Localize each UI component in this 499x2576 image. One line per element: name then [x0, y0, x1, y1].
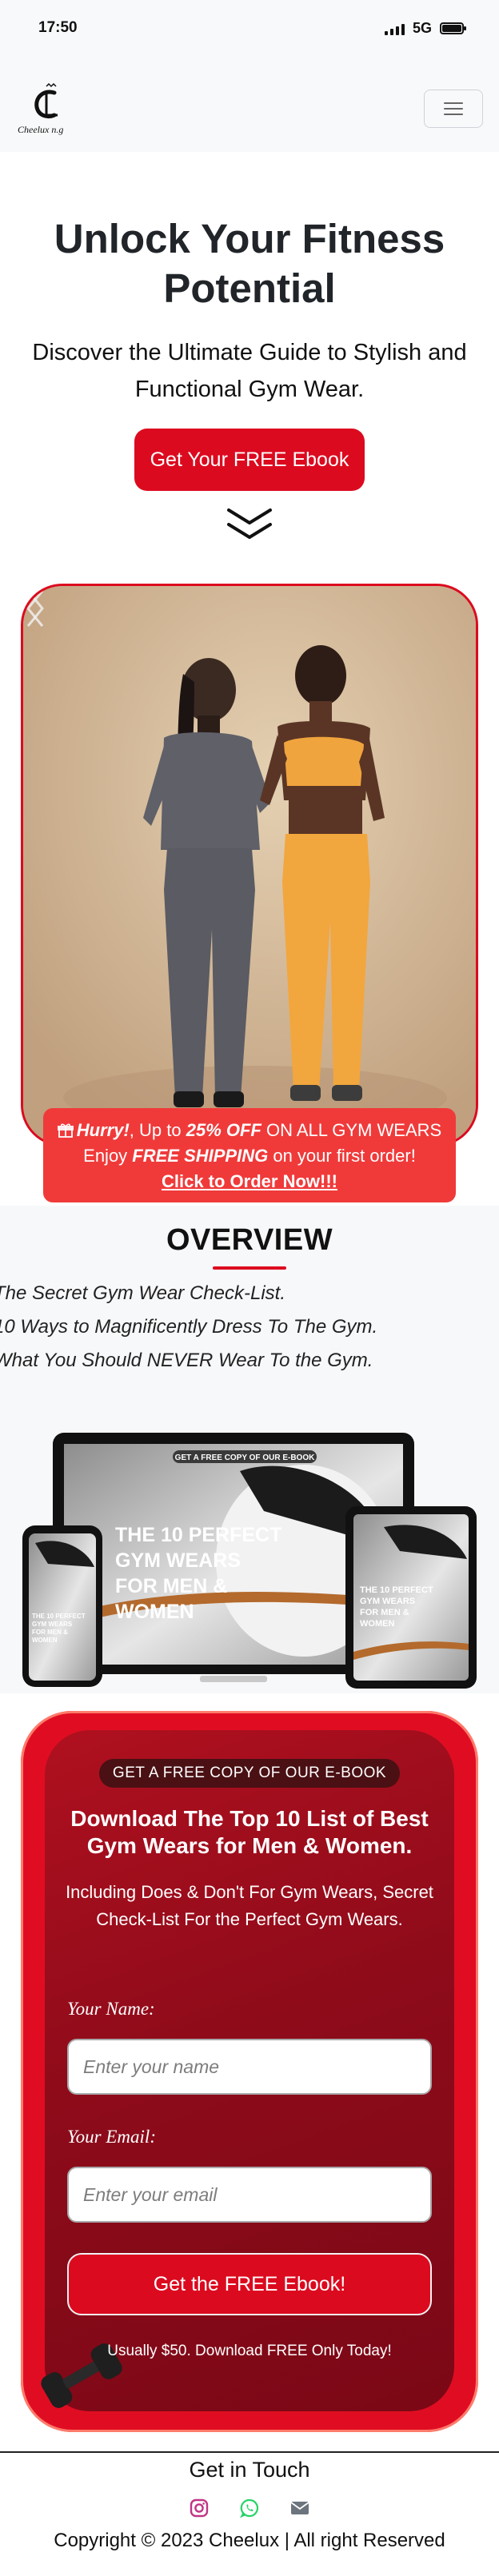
instagram-icon[interactable]: [189, 2498, 210, 2518]
status-indicators: 5G: [384, 20, 466, 37]
tablet-mockup: THE 10 PERFECT GYM WEARS FOR MEN & WOMEN: [345, 1506, 477, 1689]
tablet-title-line: THE 10 PERFECT: [360, 1585, 433, 1595]
form-title: Download The Top 10 List of Best Gym Wea…: [70, 1806, 429, 1858]
hamburger-icon: [444, 102, 463, 104]
chevron-right-icon[interactable]: [23, 586, 47, 631]
tablet-title-line: WOMEN: [360, 1619, 394, 1629]
signal-icon: [384, 22, 405, 35]
email-label: Your Email:: [67, 2127, 156, 2147]
email-field[interactable]: [67, 2167, 432, 2223]
order-now-link[interactable]: Click to Order Now!!!: [162, 1171, 337, 1191]
form-description: Including Does & Don't For Gym Wears, Se…: [66, 1882, 433, 1929]
phone-title-line: THE 10 PERFECT: [32, 1613, 86, 1620]
footer-title: Get in Touch: [189, 2458, 310, 2482]
get-ebook-button[interactable]: Get Your FREE Ebook: [134, 429, 365, 491]
whatsapp-icon[interactable]: [239, 2498, 260, 2518]
phone-title-line: FOR MEN &: [32, 1629, 68, 1636]
promo-text: on your first order!: [268, 1146, 416, 1166]
tablet-title-line: GYM WEARS: [360, 1597, 415, 1606]
email-icon[interactable]: [289, 2498, 310, 2518]
phone-title-line: WOMEN: [32, 1637, 58, 1644]
laptop-title-line: WOMEN: [115, 1601, 194, 1623]
overview-item: The Secret Gym Wear Check-List.: [0, 1282, 285, 1304]
promo-shipping-line: Enjoy FREE SHIPPING on your first order!: [43, 1143, 456, 1169]
devices-banner: GET A FREE COPY OF OUR E-BOOK: [175, 1453, 315, 1462]
submit-ebook-button[interactable]: Get the FREE Ebook!: [67, 2253, 432, 2315]
overview-title: OVERVIEW: [166, 1223, 333, 1257]
promo-banner: Hurry!, Up to 25% OFF ON ALL GYM WEARS E…: [43, 1108, 456, 1202]
promo-free-shipping: FREE SHIPPING: [132, 1146, 269, 1166]
promo-discount: 25% OFF: [186, 1120, 261, 1140]
promo-discount-line: Hurry!, Up to 25% OFF ON ALL GYM WEARS: [43, 1118, 456, 1143]
hero-title: Unlock Your Fitness Potential: [54, 216, 445, 311]
laptop-title-line: FOR MEN &: [115, 1575, 227, 1597]
form-badge: GET A FREE COPY OF OUR E-BOOK: [99, 1759, 400, 1788]
phone-title-line: GYM WEARS: [32, 1621, 73, 1628]
laptop-title-line: GYM WEARS: [115, 1549, 241, 1572]
carousel-image: [23, 586, 476, 1144]
promo-text: ON ALL GYM WEARS: [261, 1120, 442, 1140]
overview-underline: [213, 1266, 286, 1270]
double-chevron-down-icon[interactable]: [226, 507, 273, 542]
svg-text:Cheelux n.g: Cheelux n.g: [18, 124, 63, 135]
overview-item: 10 Ways to Magnificently Dress To The Gy…: [0, 1316, 378, 1338]
promo-hurry: Hurry!: [76, 1120, 130, 1140]
hero-subtitle: Discover the Ultimate Guide to Stylish a…: [32, 340, 467, 402]
phone-mockup: THE 10 PERFECT GYM WEARS FOR MEN & WOMEN: [22, 1525, 102, 1687]
copyright-text: Copyright © 2023 Cheelux | All right Res…: [54, 2530, 445, 2551]
status-bar: 17:50 5G: [0, 0, 499, 62]
menu-toggle-button[interactable]: [424, 90, 483, 128]
tablet-title-line: FOR MEN &: [360, 1608, 409, 1617]
name-label: Your Name:: [67, 1999, 155, 2019]
brand-logo[interactable]: Cheelux n.g: [14, 83, 82, 138]
form-note: Usually $50. Download FREE Only Today!: [107, 2343, 392, 2359]
navbar: Cheelux n.g: [0, 62, 499, 152]
laptop-title-line: THE 10 PERFECT: [115, 1524, 281, 1546]
name-field[interactable]: [67, 2039, 432, 2095]
ebook-devices-mockup: GET A FREE COPY OF OUR E-BOOK THE 10 PER…: [22, 1433, 477, 1689]
hero-carousel[interactable]: [21, 584, 478, 1146]
promo-text: Enjoy: [83, 1146, 133, 1166]
status-time: 17:50: [38, 19, 78, 36]
network-type: 5G: [412, 20, 432, 36]
overview-item: What You Should NEVER Wear To the Gym.: [0, 1350, 373, 1371]
promo-text: , Up to: [129, 1120, 186, 1140]
gift-icon: [57, 1123, 74, 1138]
battery-icon: [440, 22, 466, 34]
